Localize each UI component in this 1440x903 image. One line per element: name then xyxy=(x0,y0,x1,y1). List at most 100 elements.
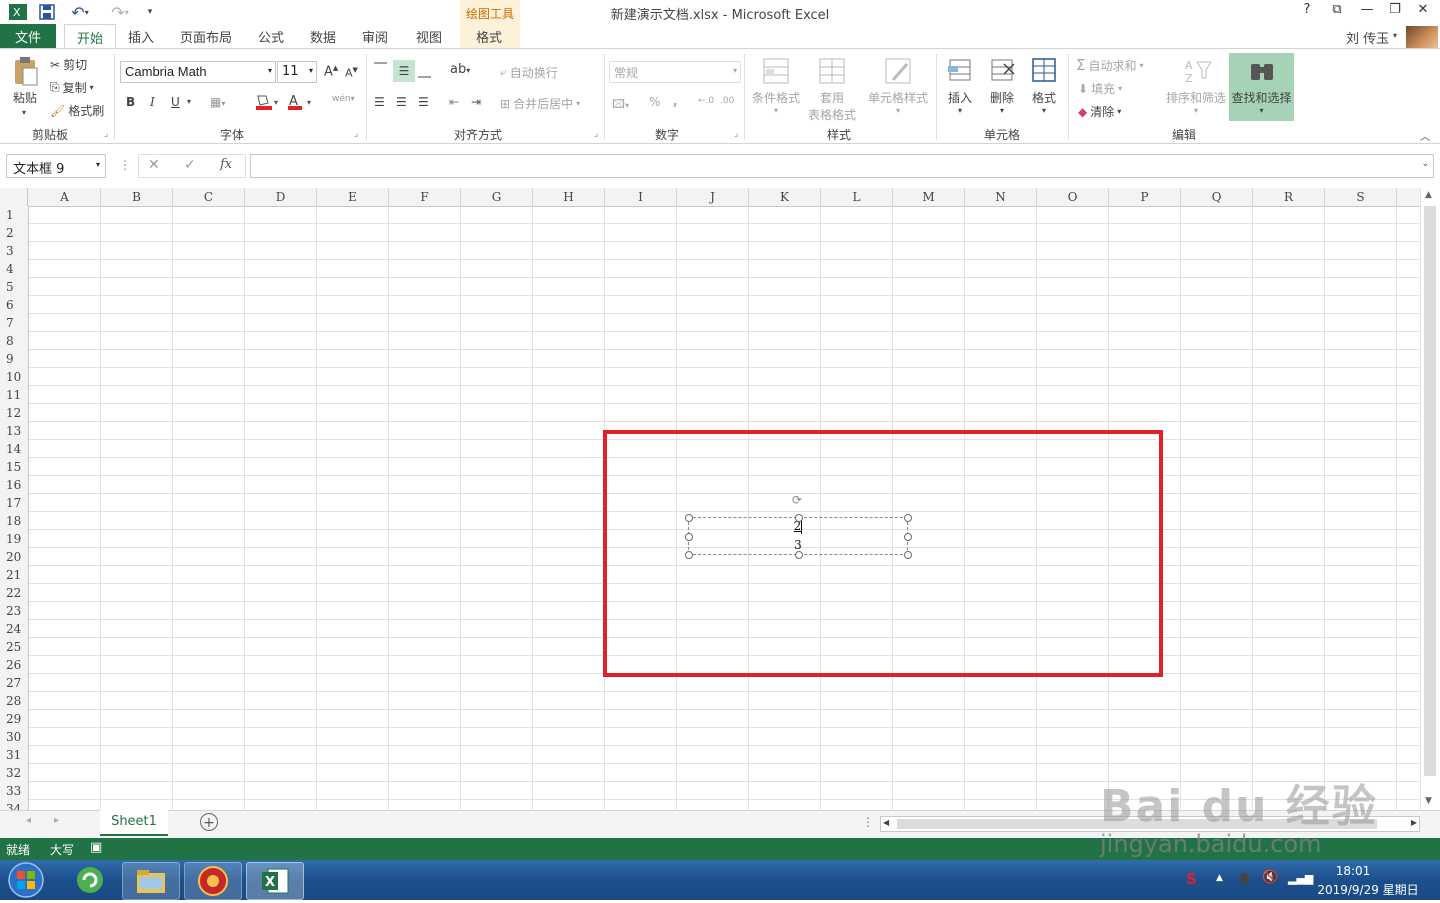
row-header[interactable]: 17 xyxy=(0,494,26,512)
row-header[interactable]: 7 xyxy=(0,314,26,332)
avatar[interactable] xyxy=(1406,26,1438,48)
sheet-tab[interactable]: Sheet1 xyxy=(100,810,168,836)
column-header[interactable]: K xyxy=(749,188,821,206)
merge-center-button[interactable]: ⊞ 合并后居中 ▾ xyxy=(500,95,580,112)
row-header[interactable]: 29 xyxy=(0,710,26,728)
row-header[interactable]: 31 xyxy=(0,746,26,764)
column-header[interactable]: S xyxy=(1325,188,1397,206)
paste-button[interactable]: 粘贴 xyxy=(8,56,42,114)
column-header[interactable]: N xyxy=(965,188,1037,206)
column-header[interactable]: M xyxy=(893,188,965,206)
row-header[interactable]: 24 xyxy=(0,620,26,638)
tab-review[interactable]: 审阅 xyxy=(356,24,394,48)
align-center-icon[interactable]: ☰ xyxy=(396,95,407,109)
start-button[interactable] xyxy=(4,860,48,900)
macro-record-icon[interactable]: ▣ xyxy=(90,840,102,855)
cancel-entry-icon[interactable]: ✕ xyxy=(148,157,160,173)
row-header[interactable]: 2 xyxy=(0,224,26,242)
bold-button[interactable]: B xyxy=(126,95,135,109)
increase-font-size-icon[interactable]: A▲ xyxy=(324,64,338,79)
align-right-icon[interactable]: ☰ xyxy=(418,95,429,109)
tab-insert[interactable]: 插入 xyxy=(122,24,160,48)
column-header[interactable]: A xyxy=(29,188,101,206)
row-header[interactable]: 4 xyxy=(0,260,26,278)
find-select-button[interactable]: 查找和选择 ▾ xyxy=(1229,53,1294,121)
row-header[interactable]: 20 xyxy=(0,548,26,566)
column-header[interactable]: C xyxy=(173,188,245,206)
taskbar-date[interactable]: 2019/9/29 星期日 xyxy=(1310,881,1426,898)
sort-filter-button[interactable]: AZ 排序和筛选 ▾ xyxy=(1164,56,1228,115)
column-header[interactable]: B xyxy=(101,188,173,206)
align-left-icon[interactable]: ☰ xyxy=(374,95,385,109)
tab-data[interactable]: 数据 xyxy=(304,24,342,48)
fill-color-icon[interactable]: ▾ xyxy=(254,93,284,114)
tab-home[interactable]: 开始 xyxy=(64,24,116,49)
close-button[interactable]: ✕ xyxy=(1410,2,1436,22)
insert-cells-button[interactable]: 插入 ▾ xyxy=(942,56,978,115)
formula-input[interactable]: ⌄ xyxy=(250,154,1434,178)
increase-indent-icon[interactable]: ⇥ xyxy=(471,95,481,109)
volume-muted-icon[interactable]: 🔇 xyxy=(1262,870,1278,885)
font-dialog-launcher-icon[interactable]: ⌟ xyxy=(354,129,358,139)
row-header[interactable]: 25 xyxy=(0,638,26,656)
phonetic-guide-icon[interactable]: wén▾ xyxy=(332,94,355,104)
next-sheet-icon[interactable]: ▸ xyxy=(54,815,59,826)
italic-button[interactable]: I xyxy=(150,95,155,109)
column-header[interactable]: O xyxy=(1037,188,1109,206)
row-header[interactable]: 15 xyxy=(0,458,26,476)
row-header[interactable]: 8 xyxy=(0,332,26,350)
underline-chevron-icon[interactable]: ▾ xyxy=(187,97,191,106)
add-sheet-icon[interactable]: + xyxy=(200,813,218,831)
ime-sogou-icon[interactable]: S xyxy=(1186,870,1197,888)
number-dialog-launcher-icon[interactable]: ⌟ xyxy=(734,129,738,139)
decrease-indent-icon[interactable]: ⇤ xyxy=(449,95,459,109)
row-header[interactable]: 26 xyxy=(0,656,26,674)
minimize-button[interactable]: — xyxy=(1354,2,1380,22)
column-header[interactable]: H xyxy=(533,188,605,206)
row-header[interactable]: 3 xyxy=(0,242,26,260)
copy-button[interactable]: ⎘ 复制 ▾ xyxy=(50,79,94,96)
scroll-left-icon[interactable]: ◀ xyxy=(883,818,889,827)
format-as-table-button[interactable]: 套用 表格格式 xyxy=(804,56,860,123)
conditional-formatting-button[interactable]: 条件格式 ▾ xyxy=(752,56,800,115)
ribbon-display-options-button[interactable]: ⧉ xyxy=(1324,2,1350,22)
cell-styles-button[interactable]: 单元格样式 ▾ xyxy=(866,56,930,115)
tab-page-layout[interactable]: 页面布局 xyxy=(174,24,238,48)
row-header[interactable]: 12 xyxy=(0,404,26,422)
user-name[interactable]: 刘 传玉 xyxy=(1346,28,1389,47)
decrease-decimal-icon[interactable]: .00 xyxy=(720,96,734,106)
font-size-select[interactable]: 11 ▾ xyxy=(277,61,317,83)
comma-button[interactable]: , xyxy=(673,94,678,108)
collapse-ribbon-icon[interactable]: ︿ xyxy=(1420,128,1430,143)
align-middle-icon[interactable]: ☰ xyxy=(393,60,415,82)
align-bottom-icon[interactable]: ⎽ xyxy=(418,64,431,79)
qq-penguin-icon[interactable]: ● xyxy=(1238,870,1250,886)
clear-button[interactable]: ◆ 清除 ▾ xyxy=(1078,103,1121,120)
maximize-button[interactable]: ❐ xyxy=(1382,2,1408,22)
border-icon[interactable]: ▦▾ xyxy=(210,95,225,109)
tab-formulas[interactable]: 公式 xyxy=(252,24,290,48)
formula-bar-grip-icon[interactable]: ⋮ xyxy=(119,158,131,172)
column-header[interactable]: L xyxy=(821,188,893,206)
row-header[interactable]: 22 xyxy=(0,584,26,602)
orientation-icon[interactable]: ab▾ xyxy=(450,62,470,77)
row-header[interactable]: 9 xyxy=(0,350,26,368)
user-menu-chevron-icon[interactable]: ▾ xyxy=(1393,31,1397,40)
underline-button[interactable]: U xyxy=(171,95,180,109)
paste-chevron-icon[interactable]: ▾ xyxy=(22,108,26,117)
cut-button[interactable]: ✂ 剪切 xyxy=(50,56,87,73)
row-header[interactable]: 33 xyxy=(0,782,26,800)
format-painter-button[interactable]: 🖌 格式刷 xyxy=(50,102,104,119)
wrap-text-button[interactable]: ⤶ 自动换行 xyxy=(500,64,558,81)
row-header[interactable]: 1 xyxy=(0,206,26,224)
format-cells-button[interactable]: 格式 ▾ xyxy=(1026,56,1062,115)
percent-button[interactable]: % xyxy=(649,95,660,109)
decrease-font-size-icon[interactable]: A▼ xyxy=(345,66,358,80)
row-header[interactable]: 14 xyxy=(0,440,26,458)
row-header[interactable]: 18 xyxy=(0,512,26,530)
tab-view[interactable]: 视图 xyxy=(410,24,448,48)
column-header[interactable]: Q xyxy=(1181,188,1253,206)
select-all-button[interactable] xyxy=(0,188,28,206)
show-hidden-icons-icon[interactable]: ▲ xyxy=(1216,873,1223,883)
font-color-icon[interactable]: A ▾ xyxy=(287,93,317,114)
